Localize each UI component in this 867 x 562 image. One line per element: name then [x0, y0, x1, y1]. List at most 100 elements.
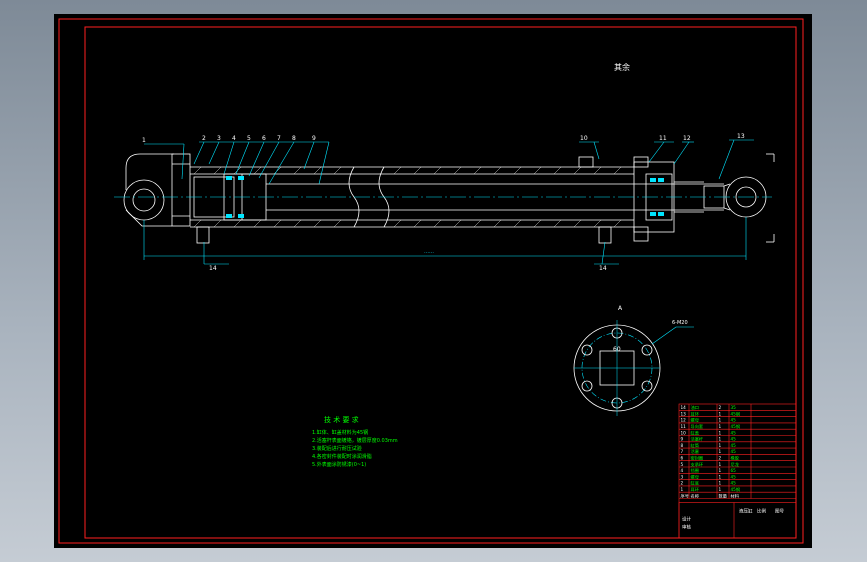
callout: 8	[292, 135, 296, 142]
bom-cell: 1	[719, 468, 722, 473]
bom-cell: 45	[731, 481, 737, 486]
bom-cell: 活塞杆	[691, 436, 704, 443]
bom-cell: 1	[719, 424, 722, 429]
bom-cell: 螺母	[691, 473, 699, 480]
bom-cell: 9	[681, 437, 684, 442]
overall-dimension-text: ……	[424, 249, 434, 255]
drawing-canvas[interactable]: 其余 …… 1 2 3 4 5 6 7 8 9 10 11 12 13 14 1…	[54, 14, 812, 548]
flange-detail-view: A 60 6-M20	[573, 305, 694, 416]
cad-drawing: 其余 …… 1 2 3 4 5 6 7 8 9 10 11 12 13 14 1…	[58, 18, 804, 544]
bom-header-cell: 名称	[691, 492, 699, 499]
title-block-cell: 设计	[682, 516, 691, 523]
bom-cell: 1	[719, 481, 722, 486]
tech-req-line: 5.外表面涂防锈漆(0~1)	[312, 461, 366, 468]
bom-cell: 6	[681, 456, 684, 461]
callout: 12	[683, 135, 691, 142]
callout: 10	[580, 135, 588, 142]
bom-cell: 7	[681, 449, 684, 454]
bom-header-cell: 数量	[719, 492, 727, 499]
title-block	[678, 502, 797, 539]
bom-cell: 3	[681, 474, 684, 479]
bom-cell: 2	[719, 456, 722, 461]
bom-cell: 导向套	[691, 423, 704, 430]
bom-cell: 1	[719, 418, 722, 423]
bom-cell: 8	[681, 443, 684, 448]
bom-cell: 1	[719, 487, 722, 492]
bom-cell: 14	[681, 405, 687, 410]
callout: 3	[217, 135, 221, 142]
bom-cell: 45钢	[731, 423, 741, 430]
view-label: 其余	[614, 62, 630, 72]
tech-req-line: 1.缸体、缸盖材料为45钢	[312, 429, 368, 436]
left-eye-neck	[125, 153, 174, 190]
cylinder-assembly	[123, 153, 775, 244]
detail-callout: 6-M20	[672, 320, 688, 326]
callout: 2	[202, 135, 206, 142]
bom-cell: 45	[731, 430, 737, 435]
tech-req-line: 2.活塞杆表面镀铬，镀层厚度0.03mm	[312, 437, 398, 444]
callout: 4	[232, 135, 236, 142]
bom-cell: 2	[719, 405, 722, 410]
bom-cell: 1	[719, 437, 722, 442]
bom-cell: 45	[731, 437, 737, 442]
inner-frame	[84, 26, 797, 539]
part-callouts: 1 2 3 4 5 6 7 8 9 10 11 12 13 14 14	[142, 133, 745, 272]
bom-cell: 挡圈	[691, 467, 699, 474]
bom-cell: 2	[681, 481, 684, 486]
bom-cell: 1	[719, 449, 722, 454]
bom-cell: 密封圈	[691, 455, 704, 462]
bom-cell: 45	[731, 418, 737, 423]
callout: 7	[277, 135, 281, 142]
bom-cell: 油口	[691, 404, 699, 411]
bom-cell: 1	[719, 411, 722, 416]
bom-cell: 支承环	[691, 461, 704, 468]
detail-label: A	[618, 305, 623, 312]
bom-cell: 1	[719, 462, 722, 467]
callout: 14	[209, 265, 217, 272]
bom-cell: 活塞	[691, 448, 700, 455]
left-eye-inner	[132, 188, 156, 212]
title-block-cell: 图号	[775, 509, 784, 515]
bom-cell: 45钢	[731, 486, 741, 493]
tech-req-line: 4.各密封件装配时涂润滑脂	[312, 453, 372, 460]
bom-header-cell: 序号	[681, 492, 689, 499]
callout: 14	[599, 265, 607, 272]
title-block-cell: 比例	[757, 508, 766, 515]
callout: 11	[659, 135, 667, 142]
bom-cell: 缸盖	[691, 429, 699, 435]
bom-header-cell: 材料	[731, 492, 740, 499]
bom-cell: 45	[731, 474, 737, 479]
bom-cell: 12	[681, 418, 687, 423]
callout: 13	[737, 133, 745, 140]
bom-cell: 10	[681, 430, 687, 435]
leaders	[144, 139, 754, 265]
bom-cell: 缸底	[691, 480, 699, 487]
bom-cell: 尼龙	[731, 461, 740, 468]
bom-cell: 1	[681, 487, 684, 492]
bom-cell: 5	[681, 462, 684, 467]
bom-cell: 65	[731, 468, 737, 473]
tech-req-title: 技 术 要 求	[324, 415, 359, 424]
bom-cell: 45钢	[731, 410, 741, 417]
bom-cell: 1	[719, 474, 722, 479]
bom-cell: 4	[681, 468, 684, 473]
bom-cell: 13	[681, 411, 687, 416]
bom-cell: 1	[719, 443, 722, 448]
callout: 6	[262, 135, 266, 142]
bom-cell: 11	[681, 424, 687, 429]
bom-cell: 35	[731, 405, 737, 410]
title-block-cell: 液压缸	[739, 508, 753, 515]
bom-cell: 1	[719, 430, 722, 435]
callout: 1	[142, 137, 146, 144]
callout: 9	[312, 135, 316, 142]
bom-cell: 45	[731, 449, 737, 454]
title-block-cell: 审核	[682, 524, 691, 531]
technical-requirements: 技 术 要 求 1.缸体、缸盖材料为45钢 2.活塞杆表面镀铬，镀层厚度0.03…	[312, 415, 398, 468]
bom-cell: 螺母	[691, 417, 699, 424]
bom-cell: 缸筒	[691, 442, 699, 449]
bom-cell: 橡胶	[731, 455, 739, 462]
callout: 5	[247, 135, 251, 142]
detail-dim: 60	[613, 346, 621, 353]
bom-cell: 45	[731, 443, 737, 448]
overall-dimension	[143, 217, 747, 260]
